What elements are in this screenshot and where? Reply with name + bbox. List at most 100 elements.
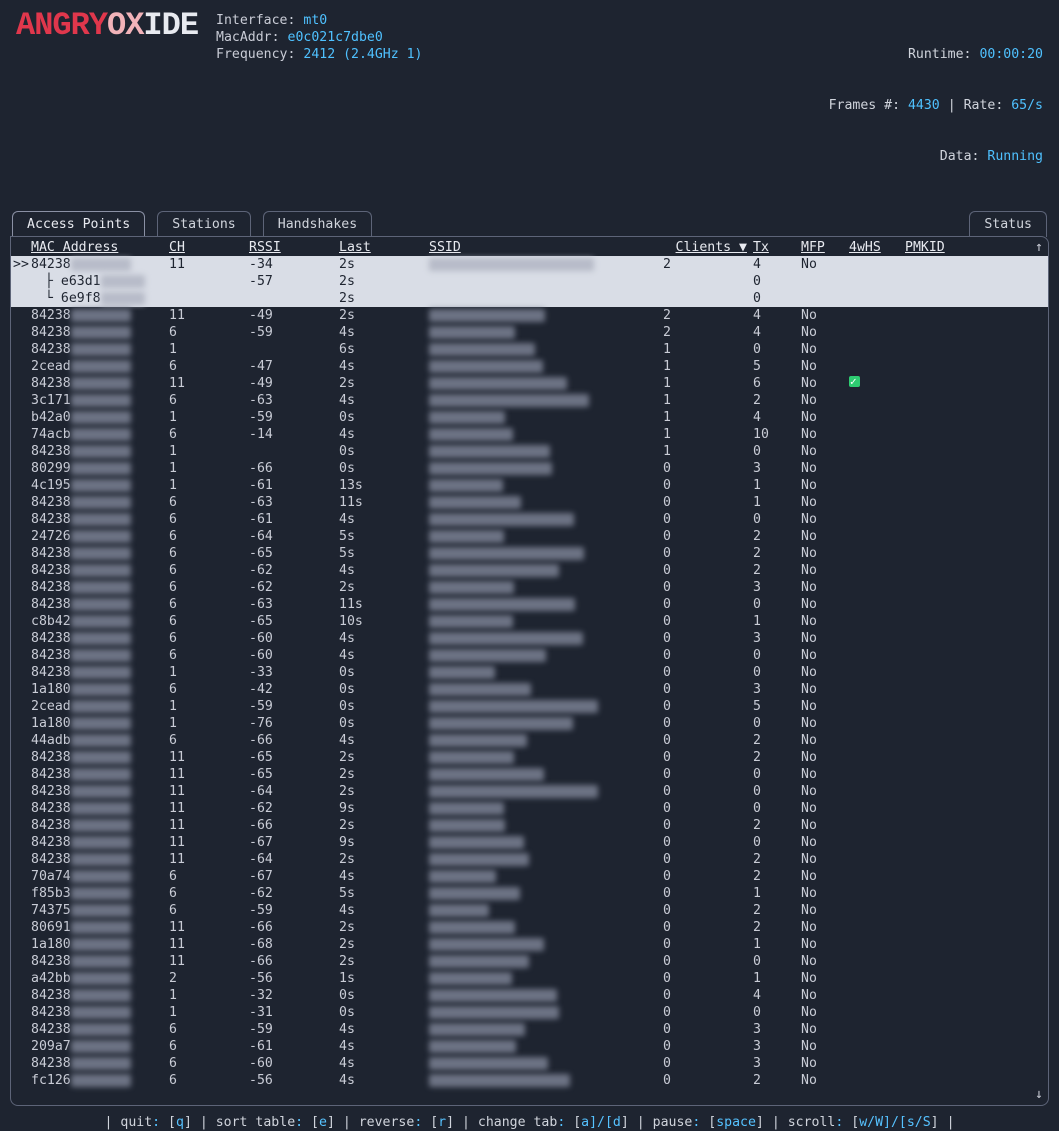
- table-row[interactable]: 2ceadxxxxxxx6-474sssid15No: [11, 358, 1048, 375]
- table-row[interactable]: 80299xxxxxxx1-660sssid03No: [11, 460, 1048, 477]
- table-row[interactable]: 84238xxxxxxx11-492sssid24No: [11, 307, 1048, 324]
- table-row[interactable]: 1a180xxxxxxx11-682sssid01No: [11, 936, 1048, 953]
- tabs: Access Points Stations Handshakes Status: [10, 211, 1049, 237]
- hint-quit-label: quit: [120, 1115, 152, 1130]
- rate-label: Rate:: [964, 98, 1004, 113]
- col-pmkid[interactable]: PMKID: [905, 239, 983, 256]
- table-row[interactable]: 84238xxxxxxx11-629sssid00No: [11, 800, 1048, 817]
- col-4whs[interactable]: 4wHS: [849, 239, 905, 256]
- table-row[interactable]: ├ e63d1xxxxxxx-572s0: [11, 273, 1048, 290]
- macaddr-label: MacAddr:: [216, 30, 280, 45]
- col-rssi[interactable]: RSSI: [249, 239, 339, 256]
- table-row[interactable]: 84238xxxxxxx10sssid10No: [11, 443, 1048, 460]
- table-row[interactable]: a42bbxxxxxxx2-561sssid01No: [11, 970, 1048, 987]
- ap-table-panel: ↑ ↓ MAC Address CH RSSI Last SSID Client…: [10, 236, 1049, 1106]
- table-row[interactable]: 84238xxxxxxx11-492sssid16No: [11, 375, 1048, 392]
- frequency-label: Frequency:: [216, 47, 295, 62]
- macaddr-value: e0c021c7dbe0: [288, 30, 383, 45]
- rate-sep: |: [940, 98, 964, 113]
- hint-reverse-key: r: [430, 1115, 454, 1130]
- table-row[interactable]: c8b42xxxxxxx6-6510sssid01No: [11, 613, 1048, 630]
- header-info-right: Runtime: 00:00:20 Frames #: 4430 | Rate:…: [829, 10, 1043, 199]
- frames-value: 4430: [908, 98, 940, 113]
- table-row[interactable]: └ 6e9f8xxxxxxx2s0: [11, 290, 1048, 307]
- table-row[interactable]: 84238xxxxxxx11-642sssid02No: [11, 851, 1048, 868]
- tab-stations[interactable]: Stations: [157, 211, 251, 237]
- table-row[interactable]: 84238xxxxxxx6-624sssid02No: [11, 562, 1048, 579]
- tab-access-points[interactable]: Access Points: [12, 211, 145, 237]
- table-row[interactable]: 3c171xxxxxxx6-634sssid12No: [11, 392, 1048, 409]
- hint-scroll-key: w/W]/[s/S: [851, 1115, 938, 1130]
- table-row[interactable]: 84238xxxxxxx6-655sssid02No: [11, 545, 1048, 562]
- col-ssid[interactable]: SSID: [429, 239, 663, 256]
- hint-pause-label: pause: [653, 1115, 693, 1130]
- table-row[interactable]: 74375xxxxxxx6-594sssid02No: [11, 902, 1048, 919]
- table-row[interactable]: 84238xxxxxxx11-662sssid00No: [11, 953, 1048, 970]
- table-row[interactable]: 74acbxxxxxxx6-144sssid110No: [11, 426, 1048, 443]
- logo-part-ox: OX: [107, 7, 143, 44]
- hint-changetab-key: a]/[d: [573, 1115, 629, 1130]
- table-row[interactable]: 84238xxxxxxx6-594sssid03No: [11, 1021, 1048, 1038]
- table-row[interactable]: fc126xxxxxxx6-564sssid02No: [11, 1072, 1048, 1089]
- table-row[interactable]: b42a0xxxxxxx1-590sssid14No: [11, 409, 1048, 426]
- hint-quit-key: q: [168, 1115, 192, 1130]
- header: ANGRYOXIDE Interface: mt0 MacAddr: e0c02…: [10, 8, 1049, 205]
- hint-pause-key: space: [708, 1115, 764, 1130]
- table-row[interactable]: 84238xxxxxxx1-330sssid00No: [11, 664, 1048, 681]
- table-row[interactable]: f85b3xxxxxxx6-625sssid01No: [11, 885, 1048, 902]
- col-ch[interactable]: CH: [169, 239, 249, 256]
- table-row[interactable]: 24726xxxxxxx6-645sssid02No: [11, 528, 1048, 545]
- col-clients[interactable]: Clients ▼: [663, 239, 753, 256]
- footer-keymap: | quit: q | sort table: e | reverse: r |…: [10, 1106, 1049, 1131]
- table-row[interactable]: 70a74xxxxxxx6-674sssid02No: [11, 868, 1048, 885]
- hint-sort-label: sort table: [216, 1115, 295, 1130]
- runtime-label: Runtime:: [908, 47, 972, 62]
- frames-label: Frames #:: [829, 98, 900, 113]
- hint-reverse-label: reverse: [359, 1115, 415, 1130]
- table-row[interactable]: 84238xxxxxxx11-662sssid02No: [11, 817, 1048, 834]
- interface-label: Interface:: [216, 13, 295, 28]
- data-label: Data:: [940, 149, 980, 164]
- frequency-value: 2412 (2.4GHz 1): [303, 47, 422, 62]
- table-row[interactable]: 84238xxxxxxx6-604sssid03No: [11, 630, 1048, 647]
- tab-handshakes[interactable]: Handshakes: [263, 211, 372, 237]
- table-row[interactable]: 84238xxxxxxx6-594sssid24No: [11, 324, 1048, 341]
- table-row[interactable]: 4c195xxxxxxx1-6113sssid01No: [11, 477, 1048, 494]
- table-row[interactable]: 84238xxxxxxx6-622sssid03No: [11, 579, 1048, 596]
- data-value: Running: [987, 149, 1043, 164]
- table-row[interactable]: 84238xxxxxxx11-679sssid00No: [11, 834, 1048, 851]
- app-logo: ANGRYOXIDE: [16, 10, 198, 42]
- col-mfp[interactable]: MFP: [801, 239, 849, 256]
- scroll-up-icon: ↑: [1034, 239, 1044, 256]
- runtime-value: 00:00:20: [979, 47, 1043, 62]
- table-row[interactable]: 1a180xxxxxxx1-760sssid00No: [11, 715, 1048, 732]
- interface-value: mt0: [303, 13, 327, 28]
- tab-status[interactable]: Status: [969, 211, 1047, 237]
- table-body[interactable]: >>84238xxxxxxx11-342sssid24No├ e63d1xxxx…: [11, 256, 1048, 1089]
- table-row[interactable]: 84238xxxxxxx16sssid10No: [11, 341, 1048, 358]
- col-last[interactable]: Last: [339, 239, 429, 256]
- table-row[interactable]: 80691xxxxxxx11-662sssid02No: [11, 919, 1048, 936]
- table-row[interactable]: 84238xxxxxxx11-652sssid02No: [11, 749, 1048, 766]
- table-row[interactable]: 1a180xxxxxxx6-420sssid03No: [11, 681, 1048, 698]
- check-icon: [849, 376, 860, 387]
- table-row[interactable]: 84238xxxxxxx6-614sssid00No: [11, 511, 1048, 528]
- hint-changetab-label: change tab: [478, 1115, 557, 1130]
- table-row[interactable]: 209a7xxxxxxx6-614sssid03No: [11, 1038, 1048, 1055]
- table-row[interactable]: 84238xxxxxxx11-652sssid00No: [11, 766, 1048, 783]
- table-row[interactable]: 84238xxxxxxx6-6311sssid01No: [11, 494, 1048, 511]
- table-row[interactable]: >>84238xxxxxxx11-342sssid24No: [11, 256, 1048, 273]
- col-mac[interactable]: MAC Address: [31, 239, 169, 256]
- col-tx[interactable]: Tx: [753, 239, 801, 256]
- table-row[interactable]: 84238xxxxxxx6-6311sssid00No: [11, 596, 1048, 613]
- table-header[interactable]: MAC Address CH RSSI Last SSID Clients ▼ …: [11, 237, 1048, 256]
- logo-part-ide: IDE: [143, 7, 198, 44]
- table-row[interactable]: 84238xxxxxxx6-604sssid00No: [11, 647, 1048, 664]
- table-row[interactable]: 84238xxxxxxx11-642sssid00No: [11, 783, 1048, 800]
- table-row[interactable]: 84238xxxxxxx6-604sssid03No: [11, 1055, 1048, 1072]
- table-row[interactable]: 44adbxxxxxxx6-664sssid02No: [11, 732, 1048, 749]
- scroll-down-icon: ↓: [1034, 1086, 1044, 1103]
- table-row[interactable]: 2ceadxxxxxxx1-590sssid05No: [11, 698, 1048, 715]
- table-row[interactable]: 84238xxxxxxx1-320sssid04No: [11, 987, 1048, 1004]
- hint-sort-key: e: [311, 1115, 335, 1130]
